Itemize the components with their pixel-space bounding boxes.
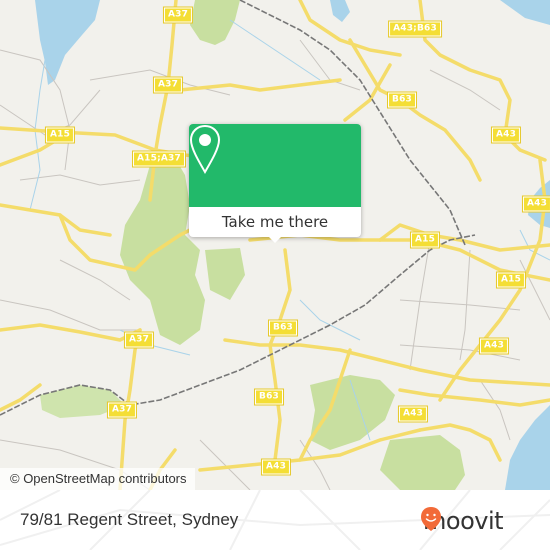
road-shield-a43: A43	[260, 458, 292, 476]
popup-arrow	[267, 235, 283, 243]
road-shield-a15: A15	[44, 126, 76, 144]
road-shield-a43: A43	[397, 405, 429, 423]
water-river-ne	[500, 0, 550, 25]
road-shield-a37: A37	[123, 331, 155, 349]
road-shield-a15: A15	[495, 271, 527, 289]
park-south-coast	[380, 435, 465, 490]
road-shield-b63: B63	[387, 91, 417, 109]
road-shield-a15: A15	[409, 231, 441, 249]
road-shield-a43: A43	[490, 126, 522, 144]
location-popup: Take me there	[189, 124, 361, 243]
road-shield-b63: B63	[254, 388, 284, 406]
park-central	[205, 248, 245, 300]
road-shield-a43: A43	[478, 337, 510, 355]
map-tiles	[0, 0, 550, 490]
park-north	[190, 0, 240, 45]
road-shield-a15-a37: A15;A37	[132, 150, 186, 168]
footer-bar: 79/81 Regent Street, Sydney moovit	[0, 490, 550, 550]
road-shield-a37: A37	[152, 76, 184, 94]
moovit-smiley-pin-icon	[421, 507, 441, 531]
map-pin-icon	[189, 124, 221, 174]
minor-roads	[0, 39, 550, 490]
road-shield-a43-b63: A43;B63	[388, 20, 442, 38]
road-shield-b63: B63	[268, 319, 298, 337]
take-me-there-button[interactable]: Take me there	[189, 207, 361, 237]
road-shield-a37: A37	[106, 401, 138, 419]
osm-attribution-link[interactable]: © OpenStreetMap contributors	[0, 468, 195, 490]
map-view[interactable]: A37 A37 A15;A37 A15 A37 A37 A43;B63 B63 …	[0, 0, 550, 490]
moovit-logo[interactable]: moovit	[420, 506, 504, 536]
major-roads	[0, 0, 550, 490]
address-label: 79/81 Regent Street, Sydney	[20, 510, 239, 529]
water-bay-south	[505, 405, 550, 490]
road-shield-a43: A43	[521, 195, 550, 213]
water-river-north	[330, 0, 350, 22]
road-shield-a37: A37	[162, 6, 194, 24]
water-reservoir	[35, 0, 100, 85]
popup-header	[189, 124, 361, 207]
